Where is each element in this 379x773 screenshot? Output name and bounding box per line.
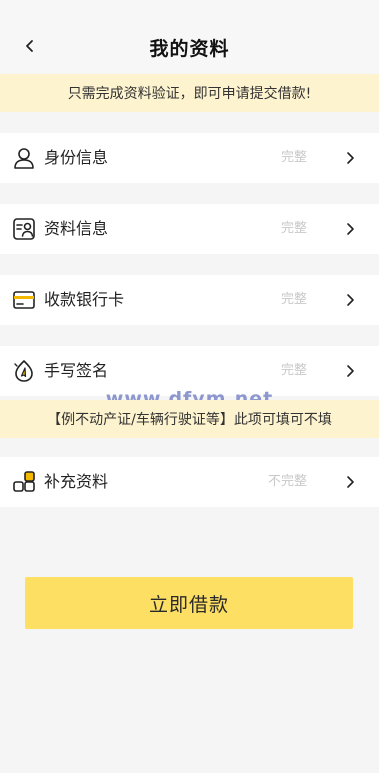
row-bank-card[interactable]: 收款银行卡 完整	[0, 275, 379, 325]
grid-blocks-icon	[13, 471, 35, 492]
id-card-icon	[13, 218, 35, 240]
row-label: 资料信息	[44, 219, 109, 238]
status-text: 完整	[280, 363, 307, 378]
chevron-right-icon	[347, 294, 354, 306]
page-title: 我的资料	[149, 38, 230, 60]
row-label: 收款银行卡	[44, 290, 125, 309]
chevron-right-icon	[347, 223, 354, 235]
signature-pen-icon	[14, 360, 33, 382]
row-identity-info[interactable]: 身份信息 完整	[0, 133, 379, 183]
row-label: 补充资料	[44, 472, 109, 491]
optional-notice: 【例不动产证/车辆行驶证等】此项可填可不填	[0, 400, 379, 438]
chevron-right-icon	[347, 476, 354, 488]
status-text: 不完整	[267, 474, 307, 489]
chevron-right-icon	[347, 152, 354, 164]
chevron-right-icon	[347, 365, 354, 377]
status-text: 完整	[280, 150, 307, 165]
row-profile-info[interactable]: 资料信息 完整	[0, 204, 379, 254]
row-label: 身份信息	[44, 148, 109, 167]
row-signature[interactable]: 手写签名 完整	[0, 346, 379, 396]
status-text: 完整	[280, 221, 307, 236]
person-icon	[14, 148, 34, 169]
row-label: 手写签名	[44, 361, 109, 380]
row-supplement[interactable]: 补充资料 不完整	[0, 457, 379, 507]
apply-loan-button[interactable]: 立即借款	[25, 577, 353, 629]
verification-notice: 只需完成资料验证，即可申请提交借款!	[0, 74, 379, 112]
bank-card-icon	[13, 291, 35, 309]
header: 我的资料	[0, 0, 379, 74]
status-text: 完整	[280, 292, 307, 307]
